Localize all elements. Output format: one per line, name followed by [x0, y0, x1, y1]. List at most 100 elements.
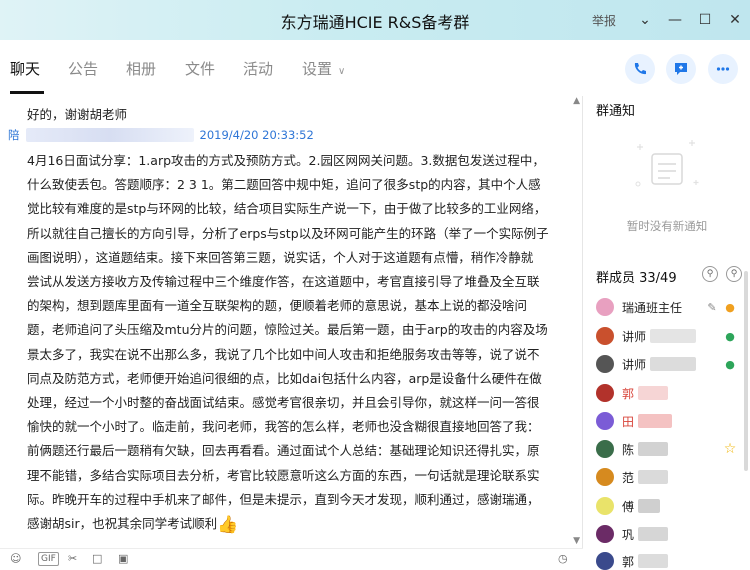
search-members-icon[interactable]: ⚲ [702, 266, 718, 282]
active-tab-indicator [10, 91, 44, 94]
message-button[interactable] [666, 54, 696, 84]
avatar [596, 298, 614, 316]
tab-announcement[interactable]: 公告 [68, 58, 98, 79]
thumbs-up-emoji: 👍 [217, 515, 239, 536]
member-name-redacted [638, 499, 661, 513]
tab-activity[interactable]: 活动 [243, 58, 273, 79]
member-name: 讲师 [622, 357, 647, 372]
member-name-redacted [638, 386, 669, 400]
report-button[interactable]: 举报 [592, 12, 616, 29]
tab-settings[interactable]: 设置 ∨ [302, 58, 345, 79]
message-line: 的架构，想到题库里面有一道全互联架构的题，便顺着老师的意思说，基本上说的都没啥问 [27, 298, 528, 314]
more-icon [716, 67, 730, 71]
message-line: 同点及防范方式，老师便开始追问很细的点，比如dai包括什么内容，arp是设备什么… [27, 370, 542, 386]
member-row[interactable]: 范 [596, 464, 746, 490]
message-line: 4月16日面试分享：1.arp攻击的方式及预防方式。2.园区网网关问题。3.数据… [27, 153, 545, 168]
member-tools: ⚲ ⚲ [702, 266, 742, 282]
member-row[interactable]: 郭 [596, 548, 746, 570]
avatar [596, 412, 614, 430]
message-line: 尝试从发送方接收方及传输过程中三个维度作答，在这道题中，考官直接引导了堆叠及全互… [27, 274, 540, 290]
message-line: 题，老师追问了头压缩及mtu分片的问题，惊险过关。最后第一题，由于arp的攻击的… [27, 322, 548, 338]
member-row[interactable]: 瑞通班主任 ✎ ● [596, 294, 746, 320]
member-name: 田 [622, 414, 635, 429]
member-row[interactable]: 田 [596, 408, 746, 434]
right-panel: 群通知 暂时没有新通知 群成员 33/49 ⚲ ⚲ 瑞通班主任 ✎ ● 讲师 ●… [584, 96, 750, 570]
tab-chat[interactable]: 聊天 [10, 58, 40, 79]
scissors-icon[interactable]: ✂ [68, 552, 77, 565]
message-line: 感谢胡sir，也祝其余同学考试顺利 [27, 516, 218, 532]
message-line: 际。昨晚开车的过程中手机来了邮件，但是未提示，直到今天才发现，顺利通过，感谢瑞通… [27, 491, 540, 507]
scroll-down-icon[interactable]: ▼ [573, 536, 580, 546]
member-list-scrollbar[interactable] [744, 271, 748, 471]
avatar [596, 327, 614, 345]
more-button[interactable] [708, 54, 738, 84]
message-body: 4月16日面试分享：1.arp攻击的方式及预防方式。2.园区网网关问题。3.数据… [27, 149, 567, 537]
empty-notice-icon [635, 140, 699, 187]
member-name: 陈 [622, 442, 635, 457]
edit-icon[interactable]: ✎ [704, 299, 720, 315]
message-line: 什么致使丢包。答题顺序：2 3 1。第二题回答中规中矩，追问了很多stp的内容，… [27, 177, 541, 193]
chevron-down-icon: ∨ [338, 66, 346, 77]
chat-scrollbar[interactable]: ▲ ▼ [570, 96, 582, 548]
gif-icon[interactable]: GIF [38, 552, 59, 566]
member-name: 讲师 [622, 329, 647, 344]
notice-empty-text: 暂时没有新通知 [626, 219, 708, 233]
sender-name[interactable]: 陪 [8, 127, 20, 143]
member-name-redacted [638, 414, 673, 428]
chat-message-area[interactable]: 好的，谢谢胡老师 陪 2019/4/20 20:33:52 4月16日面试分享：… [0, 96, 583, 548]
notice-title: 群通知 [596, 104, 636, 119]
member-name-redacted [638, 527, 669, 541]
message-line: 所以就往自己擅长的方向引导，分析了erps与stp以及环网可能产生的环路（举了一… [27, 225, 549, 241]
message-line: 处理，经过一个小时整的奋战面试结束。感觉考官很亲切，并且会引导你，就这样一问一答… [27, 395, 540, 411]
close-icon[interactable]: ✕ [720, 0, 750, 40]
avatar [596, 497, 614, 515]
scroll-up-icon[interactable]: ▲ [573, 96, 580, 106]
member-name: 傅 [622, 499, 635, 514]
tab-files[interactable]: 文件 [185, 58, 215, 79]
phone-button[interactable] [625, 54, 655, 84]
title-bar: 东方瑞通HCIE R&S备考群 举报 ⌄ — ☐ ✕ [0, 0, 750, 40]
chevron-down-icon[interactable]: ⌄ [630, 0, 660, 40]
member-name-redacted [650, 357, 697, 371]
sender-name-redacted [25, 128, 194, 142]
maximize-icon[interactable]: ☐ [690, 0, 720, 40]
message-line: 理不能错，多结合实际项目去分析，考官比较愿意听这么方面的东西，一句话就是理论联系… [27, 467, 540, 483]
avatar [596, 384, 614, 402]
member-name: 郭 [622, 386, 635, 401]
window-controls: 举报 ⌄ — ☐ ✕ [592, 0, 750, 40]
phone-icon [634, 63, 646, 75]
message-line: 景太多了，我实在说不出那么多，我说了几个比如中间人攻击和拒绝服务攻击等等，说了说… [27, 346, 540, 362]
message-timestamp: 2019/4/20 20:33:52 [199, 128, 314, 142]
member-row[interactable]: 郭 [596, 380, 746, 406]
member-name-redacted [638, 442, 669, 456]
message-line: 觉比较有难度的是stp与环网的比较，结合项目实际生产说一下，由于做了比较多的工业… [27, 201, 547, 217]
star-icon: ☆ [723, 441, 737, 457]
admin-badge-icon: ● [725, 329, 735, 343]
emoji-icon[interactable]: ☺ [10, 552, 21, 565]
message-header: 陪 2019/4/20 20:33:52 [8, 127, 314, 143]
folder-icon[interactable]: □ [92, 552, 102, 565]
member-row[interactable]: 陈 ☆ [596, 436, 746, 462]
member-row[interactable]: 巩 [596, 521, 746, 547]
avatar [596, 468, 614, 486]
input-toolbar: ☺ GIF ✂ □ ▣ ◷ [0, 548, 583, 570]
member-name: 范 [622, 470, 635, 485]
avatar [596, 355, 614, 373]
member-name: 瑞通班主任 [622, 300, 683, 315]
minimize-icon[interactable]: — [660, 0, 690, 40]
member-row[interactable]: 讲师 ● [596, 323, 746, 349]
member-row[interactable]: 讲师 ● [596, 351, 746, 377]
history-icon[interactable]: ◷ [558, 552, 568, 565]
member-name-redacted [650, 329, 697, 343]
image-icon[interactable]: ▣ [118, 552, 128, 565]
member-row[interactable]: 傅 [596, 493, 746, 519]
member-search-icon[interactable]: ⚲ [726, 266, 742, 282]
member-name: 巩 [622, 527, 635, 542]
avatar [596, 525, 614, 543]
tab-settings-label: 设置 [302, 60, 333, 78]
tab-album[interactable]: 相册 [126, 58, 156, 79]
member-name: 郭 [622, 554, 635, 569]
admin-badge-icon: ● [725, 357, 735, 371]
member-count-title: 群成员 33/49 [596, 271, 677, 286]
owner-badge-icon: ● [725, 300, 735, 314]
